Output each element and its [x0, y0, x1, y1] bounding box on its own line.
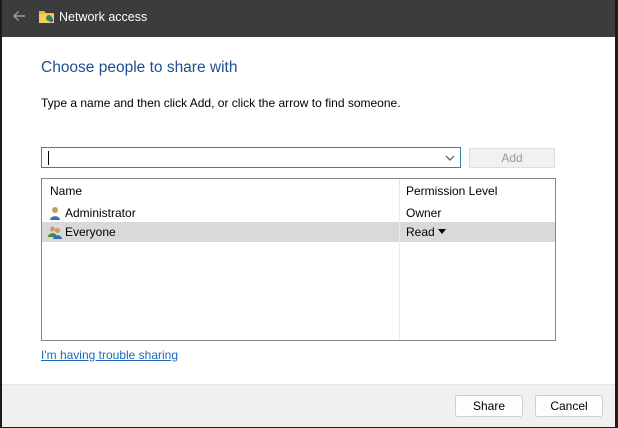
name-input[interactable]: [44, 149, 442, 166]
text-caret: [48, 151, 49, 165]
cancel-button[interactable]: Cancel: [535, 395, 603, 417]
back-arrow-icon[interactable]: [11, 8, 27, 24]
list-item-name: Everyone: [65, 225, 116, 239]
trouble-sharing-link[interactable]: I'm having trouble sharing: [41, 348, 178, 362]
window-title: Network access: [59, 10, 148, 24]
title-bar: Network access: [2, 0, 615, 37]
instruction-text: Type a name and then click Add, or click…: [41, 96, 401, 110]
people-list[interactable]: Name Permission Level Administrator Owne…: [41, 178, 556, 341]
permission-dropdown[interactable]: Read: [406, 225, 435, 239]
list-item[interactable]: Administrator Owner: [42, 203, 555, 223]
chevron-down-icon[interactable]: [443, 151, 457, 165]
name-combobox[interactable]: [41, 147, 461, 168]
shared-folder-icon: [39, 11, 54, 23]
dialog-footer: Share Cancel: [2, 384, 615, 427]
column-header-name[interactable]: Name: [50, 184, 82, 198]
list-item-permission: Owner: [406, 206, 442, 220]
add-button[interactable]: Add: [469, 148, 555, 168]
dropdown-arrow-icon[interactable]: [438, 229, 446, 234]
network-access-window: Network access Choose people to share wi…: [2, 0, 615, 427]
page-heading: Choose people to share with: [41, 59, 238, 76]
column-header-permission[interactable]: Permission Level: [406, 184, 497, 198]
user-icon: [50, 207, 60, 220]
list-item-selected[interactable]: Everyone Read: [42, 222, 555, 242]
list-item-name: Administrator: [65, 206, 136, 220]
share-button[interactable]: Share: [455, 395, 523, 417]
group-icon: [48, 226, 62, 239]
column-divider: [399, 179, 400, 340]
